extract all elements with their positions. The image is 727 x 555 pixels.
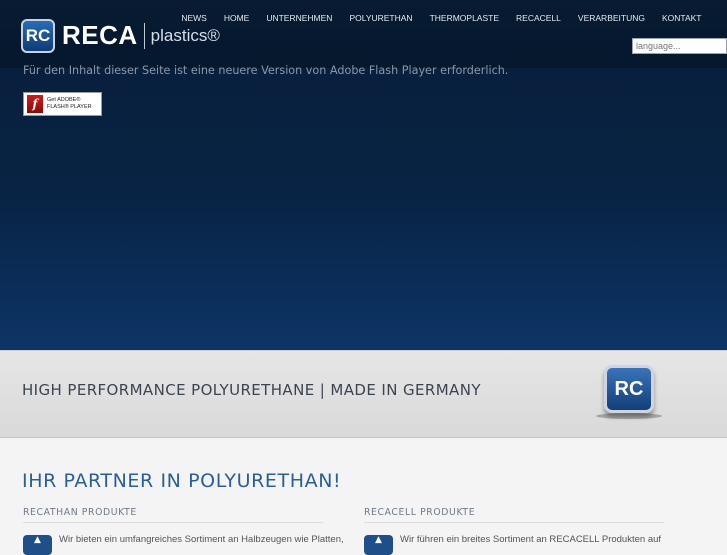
flash-button-line2: FLASH® PLAYER [47,104,92,110]
main-nav: NEWS HOME UNTERNEHMEN POLYURETHAN THERMO… [181,11,710,25]
nav-kontakt[interactable]: KONTAKT [653,11,710,25]
recacell-text: Wir führen ein breites Sortiment an RECA… [400,534,662,545]
rc-badge-icon: RC [604,365,654,413]
flash-required-message: Für den Inhalt dieser Seite ist eine neu… [23,64,509,77]
nav-thermoplaste[interactable]: THERMOPLASTE [421,11,507,25]
recathan-divider [23,522,323,523]
nav-recacell[interactable]: RECACELL [508,11,570,25]
logo-subtitle: plastics® [150,25,220,45]
recacell-divider [364,522,664,523]
tagline-banner: HIGH PERFORMANCE POLYURETHANE | MADE IN … [0,350,727,438]
recathan-text: Wir bieten ein umfangreiches Sortiment a… [59,534,344,545]
page-headline: IHR PARTNER IN POLYURETHAN! [22,470,342,492]
recathan-arrow-icon[interactable]: ▲ [23,535,52,555]
recacell-arrow-icon[interactable]: ▲ [364,535,393,555]
main-content: IHR PARTNER IN POLYURETHAN! RECATHAN PRO… [0,438,727,555]
nav-home[interactable]: HOME [215,11,258,25]
language-input[interactable] [632,38,727,54]
recacell-title[interactable]: RECACELL PRODUKTE [364,507,475,518]
nav-unternehmen[interactable]: UNTERNEHMEN [258,11,341,25]
nav-polyurethan[interactable]: POLYURETHAN [341,11,421,25]
recathan-title[interactable]: RECATHAN PRODUKTE [23,507,137,518]
logo-name: RECA [62,20,138,50]
flash-button-label: Get ADOBE® FLASH® PLAYER [47,97,92,111]
logo-badge: RC [21,18,55,53]
hero-area: RC RECA plastics® NEWS HOME UNTERNEHMEN … [0,0,727,350]
get-flash-player-button[interactable]: f Get ADOBE® FLASH® PLAYER [23,92,102,116]
nav-verarbeitung[interactable]: VERARBEITUNG [569,11,653,25]
flash-button-line1: Get ADOBE® [47,97,81,103]
logo-separator [143,22,145,49]
nav-news[interactable]: NEWS [173,11,216,25]
tagline-text: HIGH PERFORMANCE POLYURETHANE | MADE IN … [22,381,481,399]
flash-player-icon: f [27,95,43,113]
badge-shadow [596,413,662,419]
